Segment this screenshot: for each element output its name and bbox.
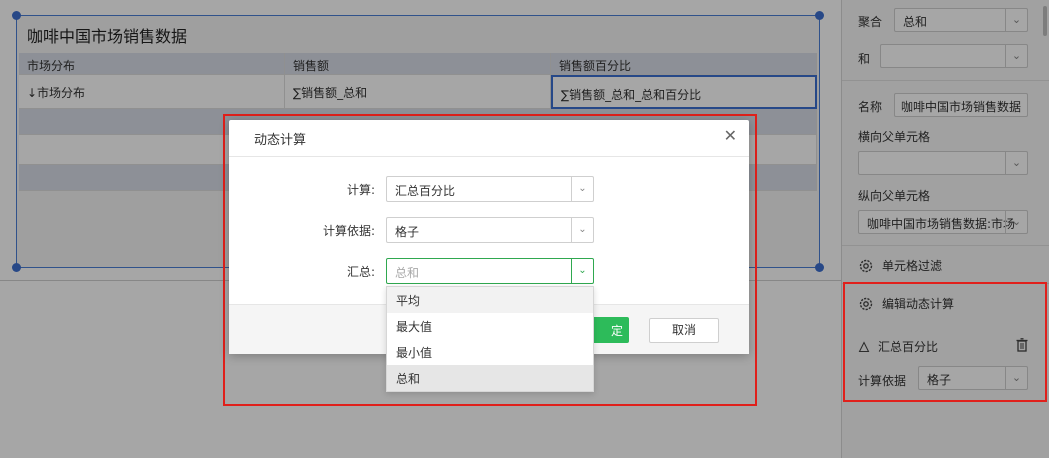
- sum-label: 和: [858, 52, 871, 66]
- chevron-down-icon: ⌄: [1005, 367, 1027, 389]
- edit-dynamic-label: 编辑动态计算: [882, 297, 955, 311]
- panel-divider: [842, 283, 1049, 284]
- chevron-down-icon: ⌄: [1005, 152, 1027, 174]
- chevron-down-icon: ⌄: [571, 177, 593, 201]
- basis-value: 格子: [395, 225, 420, 239]
- v-parent-value: 咖啡中国市场销售数据:市场: [867, 217, 1016, 231]
- chevron-down-icon: ⌄: [1005, 45, 1027, 67]
- aggregate-select[interactable]: 总和 ⌄: [894, 8, 1028, 32]
- cell-filter-action[interactable]: 单元格过滤: [858, 257, 942, 274]
- dialog-divider: [229, 156, 749, 157]
- summary-label: 汇总:: [346, 265, 375, 279]
- name-input[interactable]: 咖啡中国市场销售数据: [894, 93, 1028, 117]
- gear-icon: [859, 297, 873, 310]
- sum-select[interactable]: ⌄: [880, 44, 1028, 68]
- cancel-button[interactable]: 取消: [649, 318, 719, 343]
- cell-filter-label: 单元格过滤: [882, 259, 943, 273]
- panel-scrollbar[interactable]: [1043, 6, 1047, 36]
- chevron-down-icon: ⌄: [571, 259, 593, 283]
- edit-dynamic-action[interactable]: 编辑动态计算: [858, 295, 954, 312]
- panel-basis-select[interactable]: 格子 ⌄: [918, 366, 1028, 390]
- name-label: 名称: [858, 100, 883, 114]
- panel-divider: [842, 80, 1049, 81]
- aggregate-label: 聚合: [858, 15, 883, 29]
- trash-icon[interactable]: [1016, 338, 1028, 352]
- delta-icon: [858, 340, 870, 352]
- aggregate-value: 总和: [903, 15, 928, 29]
- option-sum[interactable]: 总和: [387, 365, 593, 391]
- chevron-down-icon: ⌄: [1005, 211, 1027, 233]
- h-parent-label: 横向父单元格: [858, 130, 931, 144]
- calc-item[interactable]: 汇总百分比: [858, 338, 938, 355]
- v-parent-select[interactable]: 咖啡中国市场销售数据:市场 ⌄: [858, 210, 1028, 234]
- option-max[interactable]: 最大值: [387, 313, 593, 339]
- ok-button[interactable]: 定: [593, 317, 629, 343]
- basis-label: 计算依据:: [322, 224, 375, 238]
- calc-select[interactable]: 汇总百分比 ⌄: [386, 176, 594, 202]
- summary-placeholder: 总和: [395, 266, 420, 280]
- panel-divider: [842, 245, 1049, 246]
- calc-item-label: 汇总百分比: [878, 340, 939, 354]
- calc-value: 汇总百分比: [395, 184, 456, 198]
- dialog-title: 动态计算: [254, 133, 307, 148]
- summary-select[interactable]: 总和 ⌄: [386, 258, 594, 284]
- option-min[interactable]: 最小值: [387, 339, 593, 365]
- panel-basis-value: 格子: [927, 373, 952, 387]
- calc-label: 计算:: [346, 183, 375, 197]
- close-icon[interactable]: ✕: [724, 126, 737, 145]
- summary-dropdown: 平均 最大值 最小值 总和: [386, 286, 594, 392]
- option-average[interactable]: 平均: [387, 287, 593, 313]
- gear-icon: [859, 259, 873, 272]
- chevron-down-icon: ⌄: [571, 218, 593, 242]
- v-parent-label: 纵向父单元格: [858, 189, 931, 203]
- properties-panel: 聚合 总和 ⌄ 和 ⌄ 名称 咖啡中国市场销售数据 横向父单元格 ⌄ 纵向父单元…: [841, 0, 1049, 458]
- h-parent-select[interactable]: ⌄: [858, 151, 1028, 175]
- basis-select[interactable]: 格子 ⌄: [386, 217, 594, 243]
- chevron-down-icon: ⌄: [1005, 9, 1027, 31]
- panel-basis-label: 计算依据: [858, 374, 907, 388]
